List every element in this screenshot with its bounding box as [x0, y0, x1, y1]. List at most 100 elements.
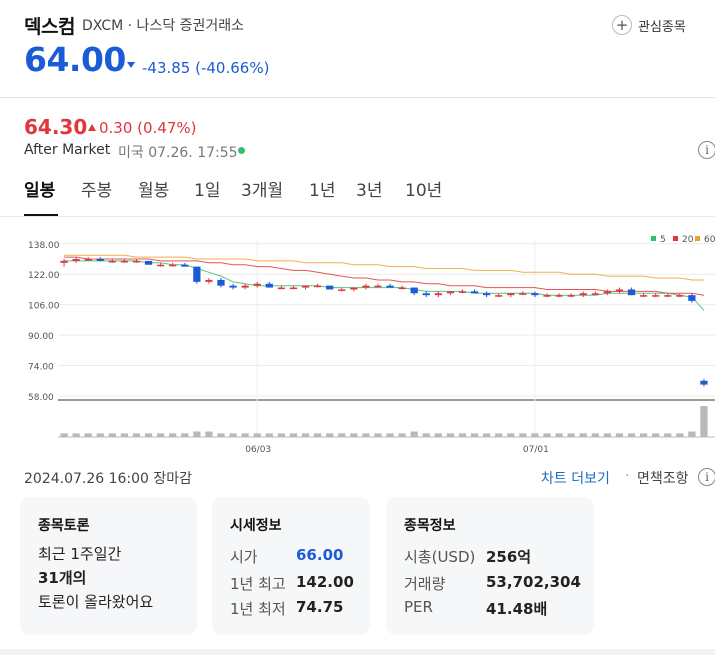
candle-body — [458, 291, 467, 293]
info-icon[interactable]: i — [698, 141, 715, 159]
tab-monthly[interactable]: 월봉 — [138, 176, 169, 201]
candle-body — [60, 260, 68, 263]
candle-body — [470, 291, 479, 294]
candle-body — [338, 289, 346, 291]
volume-bar — [615, 433, 624, 437]
disclaimer-link[interactable]: 면책조항 — [637, 468, 689, 488]
candle-body — [193, 266, 201, 282]
candle-body — [627, 289, 636, 296]
candle-body — [253, 283, 261, 286]
volume-bar — [555, 433, 563, 437]
candle-body — [157, 264, 165, 267]
y-tick-label: 90.00 — [28, 332, 54, 342]
plus-icon: + — [612, 15, 632, 35]
volume-bar — [446, 433, 455, 437]
year-low-value: 74.75 — [296, 598, 344, 616]
ma60-line — [64, 254, 704, 281]
candle-body — [289, 287, 298, 290]
candle-body — [543, 295, 551, 297]
y-tick-label: 74.00 — [28, 363, 54, 373]
price-chart[interactable]: 138.00 122.00 106.00 90.00 74.00 58.00 06/03 07… — [0, 226, 715, 456]
after-market-change: 0.30 (0.47%) — [99, 119, 197, 137]
volume-bar — [96, 433, 104, 437]
tab-3year[interactable]: 3년 — [356, 176, 382, 201]
card-title: 종목토론 — [38, 518, 90, 534]
candle-body — [362, 285, 370, 288]
volume-bar — [169, 433, 177, 437]
stock-info-card[interactable]: 종목정보 시총(USD) 256억 거래량 53,702,304 PER 41.… — [386, 497, 594, 635]
stock-name: 덱스컴 — [24, 16, 75, 38]
info-icon[interactable]: i — [698, 468, 715, 486]
volume-bar — [676, 433, 684, 437]
year-high-value: 142.00 — [296, 573, 354, 591]
volume-bar — [627, 433, 636, 437]
tab-weekly[interactable]: 주봉 — [81, 176, 112, 201]
tab-10year[interactable]: 10년 — [405, 176, 442, 201]
candle-body — [591, 293, 599, 295]
quote-card[interactable]: 시세정보 시가 66.00 1년 최고 142.00 1년 최저 74.75 — [212, 497, 370, 635]
chart-svg: 138.00 122.00 106.00 90.00 74.00 58.00 06/03 07… — [28, 235, 715, 455]
candle-body — [615, 289, 624, 292]
volume-bar — [567, 433, 575, 437]
candle-body — [398, 287, 406, 290]
volume-bar — [108, 433, 116, 437]
volume-bar — [205, 431, 213, 437]
candle-body — [217, 279, 225, 286]
add-watchlist-button[interactable]: + 관심종목 — [612, 13, 686, 37]
year-low-label: 1년 최저 — [230, 600, 286, 618]
candle-body — [205, 279, 213, 282]
separator: · — [625, 468, 630, 484]
candle-body — [72, 259, 80, 261]
tab-1day[interactable]: 1일 — [194, 176, 220, 201]
volume-bar — [362, 433, 370, 437]
per-value: 41.48배 — [486, 600, 548, 618]
tab-1year[interactable]: 1년 — [309, 176, 335, 201]
volume-bar — [507, 433, 515, 437]
volume-bar — [483, 433, 491, 437]
volume-bar — [265, 433, 273, 437]
candle-body — [507, 293, 515, 296]
tab-daily[interactable]: 일봉 — [24, 176, 55, 201]
volume-bar — [543, 433, 551, 437]
candle-body — [181, 264, 189, 267]
volume-bar — [253, 433, 261, 437]
volume-bar — [326, 433, 334, 437]
candle-body — [603, 291, 611, 294]
volume-bar — [603, 433, 611, 437]
candle-body — [301, 285, 310, 288]
discussion-card[interactable]: 종목토론 최근 1주일간 31개의 토론이 올라왔어요 — [20, 497, 197, 635]
candle-body — [386, 285, 394, 288]
candle-body — [567, 295, 575, 297]
volume-bar — [120, 433, 129, 437]
volume-bar — [495, 433, 503, 437]
candle-body — [639, 295, 648, 297]
legend-ma5: 5 — [660, 235, 666, 245]
y-tick-label: 58.00 — [28, 393, 54, 403]
volume-bar — [350, 433, 358, 437]
tab-3month[interactable]: 3개월 — [241, 176, 283, 201]
volume-bar — [144, 433, 153, 437]
stock-header: 덱스컴 DXCM · 나스닥 증권거래소 + 관심종목 64.00 -43.85… — [0, 0, 715, 98]
candle-body — [374, 285, 382, 288]
legend-swatch-ma5 — [651, 236, 656, 241]
volume-bar — [241, 433, 249, 437]
live-dot-icon — [238, 147, 245, 154]
volume-bar — [157, 433, 165, 437]
candle-body — [495, 295, 503, 297]
volume-bar — [338, 433, 346, 437]
up-arrow-icon — [88, 124, 96, 131]
candle-body — [144, 260, 153, 265]
y-tick-label: 122.00 — [28, 271, 60, 281]
after-market-label: After Market — [24, 142, 111, 158]
candle-body — [313, 285, 322, 288]
per-label: PER — [404, 598, 433, 616]
volume-label: 거래량 — [404, 575, 446, 593]
more-chart-link[interactable]: 차트 더보기 — [541, 468, 610, 488]
y-tick-label: 138.00 — [28, 241, 60, 251]
candle-body — [132, 260, 141, 263]
discussion-count: 31개의 — [38, 569, 87, 587]
current-price: 64.00 — [24, 40, 126, 79]
volume-bar — [301, 433, 310, 437]
candle-body — [579, 293, 587, 296]
volume-bar — [217, 433, 225, 437]
